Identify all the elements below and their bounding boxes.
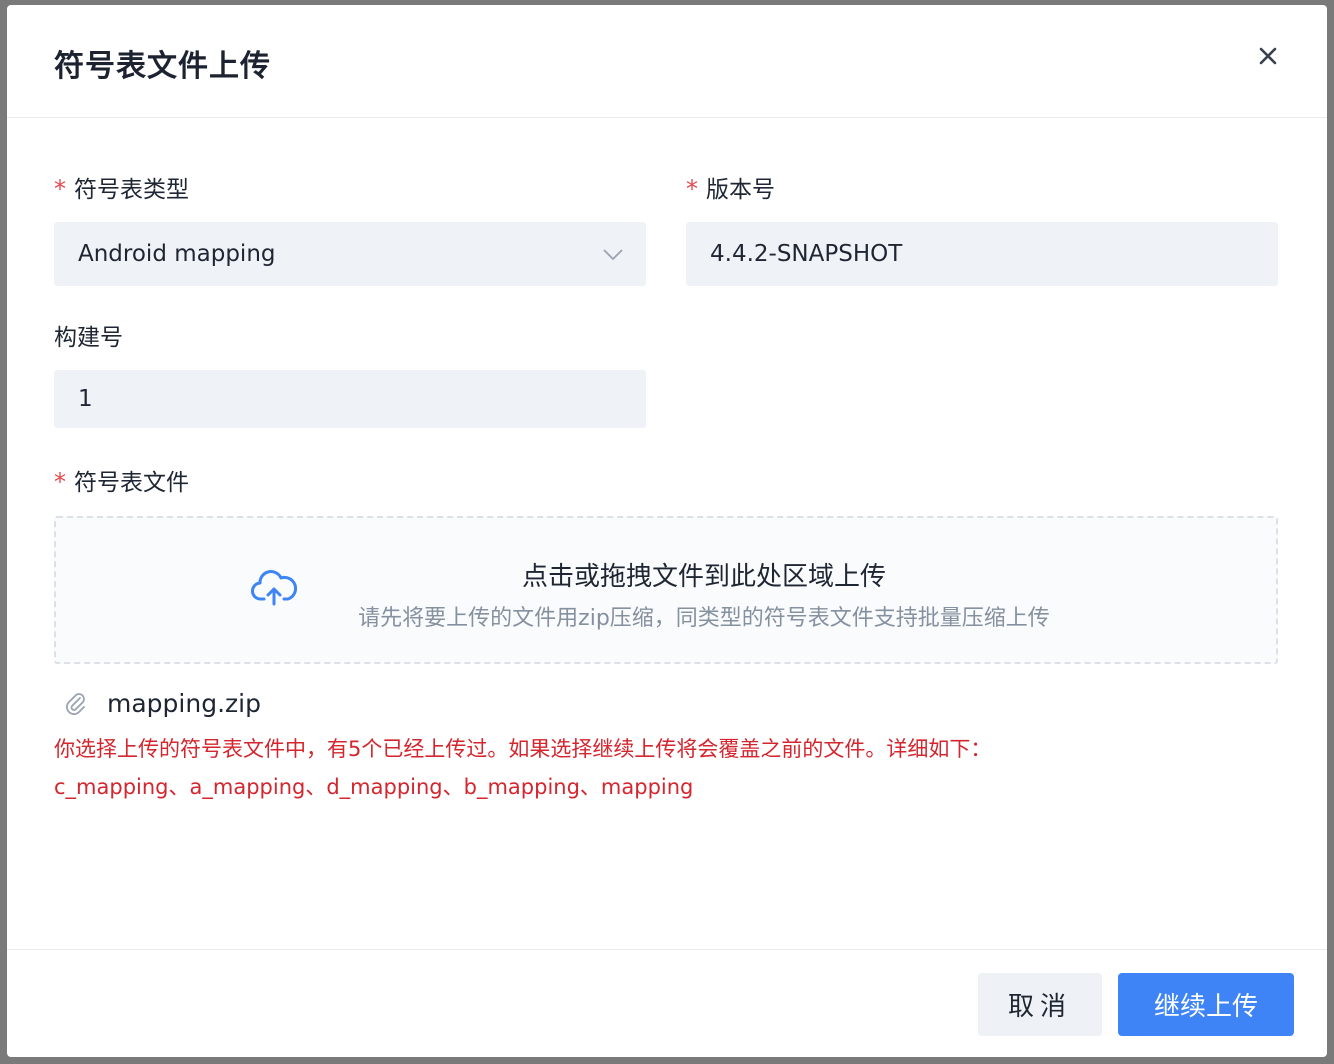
paperclip-icon bbox=[66, 693, 85, 715]
cancel-button[interactable]: 取消 bbox=[978, 973, 1102, 1036]
dialog-title: 符号表文件上传 bbox=[54, 49, 271, 84]
continue-upload-button[interactable]: 继续上传 bbox=[1118, 973, 1294, 1036]
required-mark: * bbox=[54, 175, 66, 203]
dropzone-hint: 请先将要上传的文件用zip压缩，同类型的符号表文件支持批量压缩上传 bbox=[358, 606, 1050, 631]
version-input[interactable]: 4.4.2-SNAPSHOT bbox=[686, 222, 1278, 286]
close-icon bbox=[1259, 47, 1277, 65]
dialog-header: 符号表文件上传 bbox=[7, 5, 1327, 118]
upload-dialog: 符号表文件上传 * 符号表类型 Android mapping * 版本号 4.4.… bbox=[7, 5, 1327, 1057]
close-button[interactable] bbox=[1253, 41, 1283, 71]
warning-line-2: c_mapping、a_mapping、d_mapping、b_mapping、… bbox=[54, 775, 694, 799]
dialog-footer: 取消 继续上传 bbox=[7, 949, 1327, 1057]
symbol-type-value: Android mapping bbox=[78, 241, 276, 267]
build-label: 构建号 bbox=[54, 325, 123, 351]
uploaded-file-item[interactable]: mapping.zip bbox=[65, 688, 261, 718]
build-value: 1 bbox=[78, 386, 93, 412]
version-label: * 版本号 bbox=[686, 175, 775, 203]
duplicate-warning: 你选择上传的符号表文件中，有5个已经上传过。如果选择继续上传将会覆盖之前的文件。… bbox=[54, 730, 1284, 806]
chevron-down-icon bbox=[603, 249, 623, 261]
symbol-type-select[interactable]: Android mapping bbox=[54, 222, 646, 286]
dropzone-title: 点击或拖拽文件到此处区域上传 bbox=[521, 562, 886, 592]
version-value: 4.4.2-SNAPSHOT bbox=[710, 241, 903, 267]
warning-line-1: 你选择上传的符号表文件中，有5个已经上传过。如果选择继续上传将会覆盖之前的文件。… bbox=[54, 737, 992, 761]
required-mark: * bbox=[686, 175, 698, 203]
file-name: mapping.zip bbox=[107, 688, 261, 718]
file-label: * 符号表文件 bbox=[54, 468, 189, 496]
upload-dropzone[interactable]: 点击或拖拽文件到此处区域上传 请先将要上传的文件用zip压缩，同类型的符号表文件… bbox=[54, 516, 1278, 664]
required-mark: * bbox=[54, 468, 66, 496]
build-input[interactable]: 1 bbox=[54, 370, 646, 428]
symbol-type-label: * 符号表类型 bbox=[54, 175, 189, 203]
